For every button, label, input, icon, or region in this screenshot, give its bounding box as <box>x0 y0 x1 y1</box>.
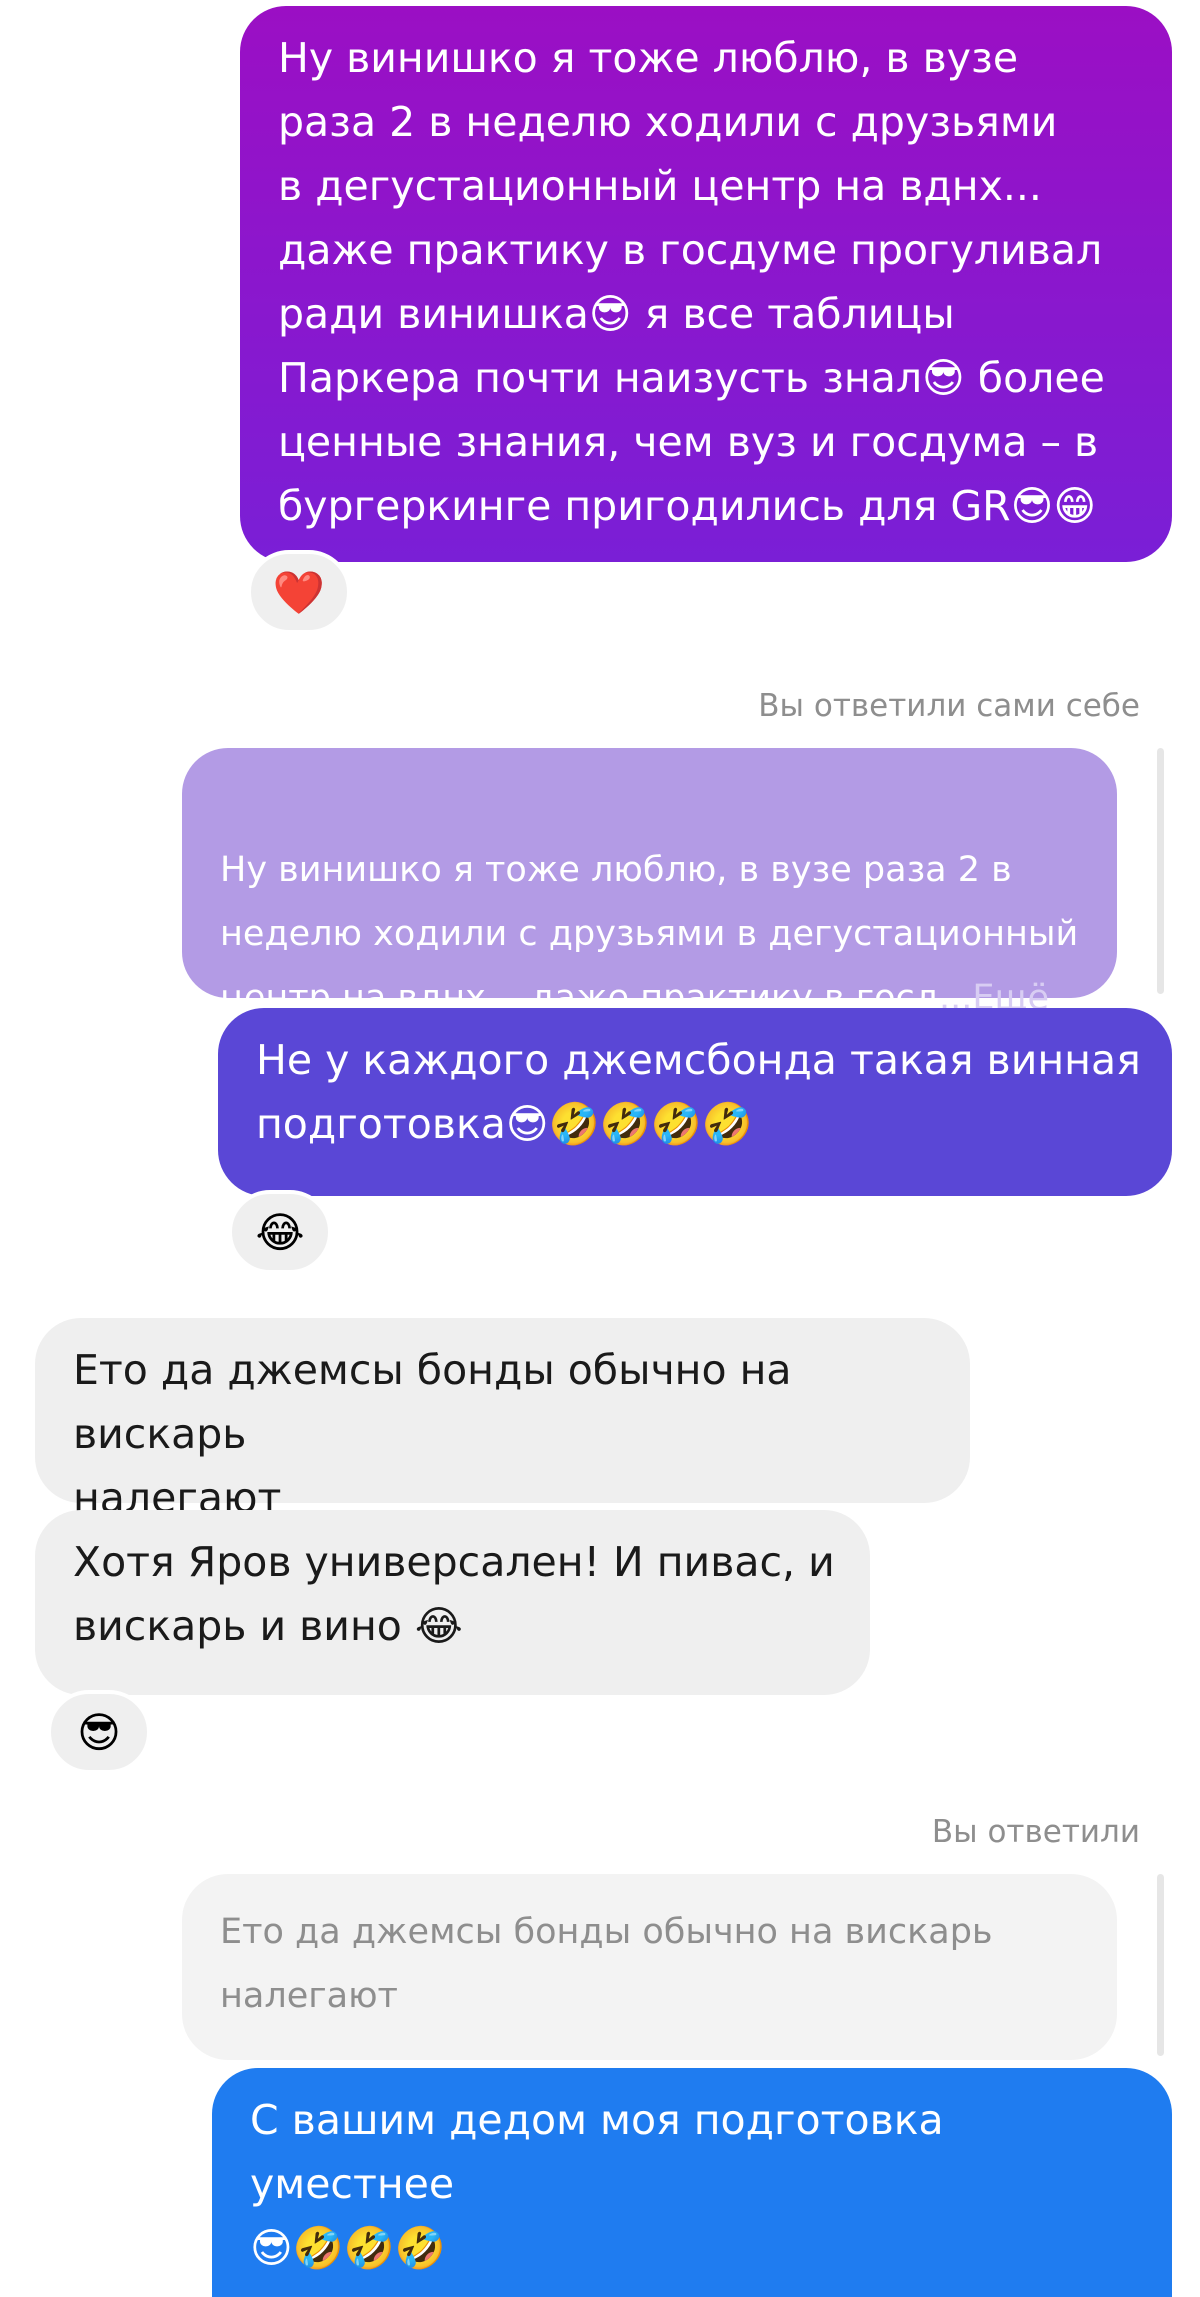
message-bubble-incoming[interactable]: Хотя Яров универсален! И пивас, и вискар… <box>35 1510 870 1695</box>
reaction-badge[interactable]: 😂 <box>228 1190 332 1274</box>
message-bubble-outgoing[interactable]: Не у каждого джемсбонда такая винная под… <box>218 1008 1172 1196</box>
message-bubble-outgoing[interactable]: Ну винишко я тоже люблю, в вузе раза 2 в… <box>240 6 1172 562</box>
message-bubble-outgoing[interactable]: С вашим дедом моя подготовка уместнее 😎🤣… <box>212 2068 1172 2297</box>
reply-indicator-bar <box>1157 748 1164 994</box>
reaction-badge[interactable]: 😎 <box>47 1690 151 1774</box>
reaction-badge[interactable]: ❤️ <box>247 550 351 634</box>
quoted-message[interactable]: Ето да джемсы бонды обычно на вискарь на… <box>182 1874 1117 2060</box>
quoted-message[interactable]: Ну винишко я тоже люблю, в вузе раза 2 в… <box>182 748 1117 1018</box>
reply-label: Вы ответили <box>931 1814 1140 1850</box>
reply-indicator-bar <box>1157 1874 1164 2056</box>
message-bubble-incoming[interactable]: Ето да джемсы бонды обычно на вискарь на… <box>35 1318 970 1522</box>
reply-label: Вы ответили сами себе <box>758 688 1140 724</box>
